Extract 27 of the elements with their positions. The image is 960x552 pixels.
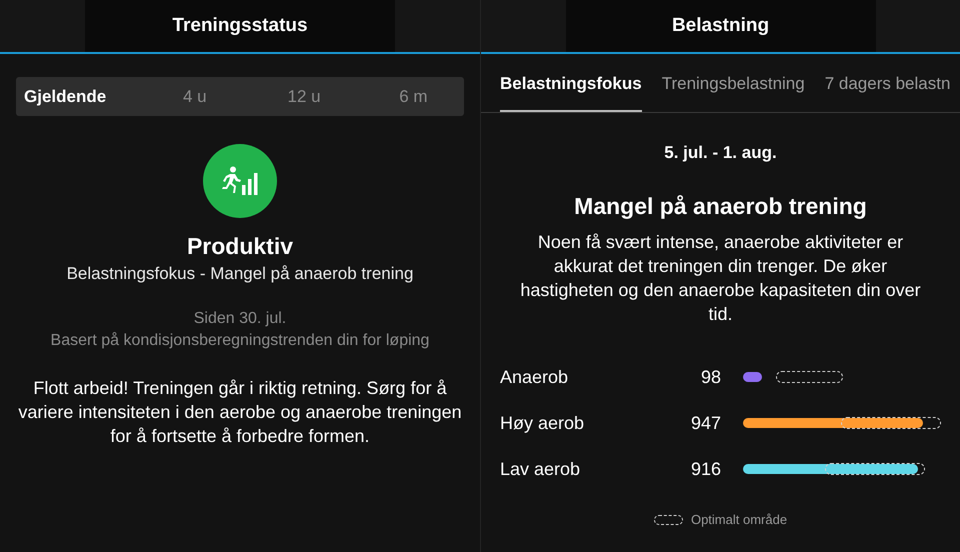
period-option[interactable]: 12 u	[245, 86, 355, 106]
load-label: Høy aerob	[500, 412, 586, 434]
runner-bars-icon	[221, 166, 259, 196]
date-range: 5. jul. - 1. aug.	[663, 143, 778, 163]
focus-heading: Mangel på anaerob trening	[573, 193, 868, 220]
period-option[interactable]: Gjeldende	[16, 86, 136, 106]
basis-text: Basert på kondisjonsberegningstrenden din for løping	[50, 332, 430, 350]
tab[interactable]: Belastningsfokus	[500, 70, 642, 112]
period-option[interactable]: 4 u	[136, 86, 246, 106]
status-subtitle: Belastningsfokus - Mangel på anaerob trening	[66, 264, 414, 284]
load-label: Anaerob	[500, 366, 570, 388]
load-value: 98	[700, 366, 721, 388]
load-value: 916	[690, 458, 721, 480]
period-option[interactable]: 6 m	[354, 86, 464, 106]
panel-title: Belastning	[566, 0, 876, 52]
panel-title: Treningsstatus	[85, 0, 395, 52]
since-text: Siden 30. jul.	[192, 310, 288, 328]
tab[interactable]: 7 dagers belastn	[824, 70, 950, 112]
status-message: Flott arbeid! Treningen går i riktig retning. Sørg for å variere intensiteten i den aerobe og anaerobe treningen for å fortsette å forbedre formen.	[18, 377, 462, 448]
status-title: Produktiv	[186, 233, 294, 260]
load-value: 947	[690, 412, 721, 434]
legend-swatch	[654, 514, 683, 524]
focus-description: Noen få svært intense, anaerobe aktiviteter er akkurat det treningen din trenger. De øker hastigheten og den anaerobe kapasiteten din over tid.	[519, 231, 922, 326]
tab[interactable]: Treningsbelastning	[662, 70, 805, 112]
load-label: Lav aerob	[500, 458, 582, 480]
optimal-range	[776, 371, 843, 383]
legend-label: Optimalt område	[690, 512, 788, 527]
